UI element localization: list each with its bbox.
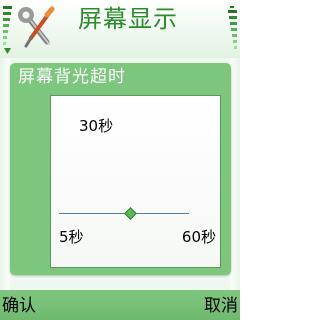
- phone-screen: 屏幕显示 屏幕背光超时 30秒 5秒 60秒 确认 取消: [0, 0, 240, 320]
- slider-max-label: 60秒: [181, 228, 216, 246]
- confirm-softkey[interactable]: 确认: [2, 294, 36, 318]
- slider-thumb[interactable]: [123, 207, 137, 220]
- page-title: 屏幕显示: [78, 5, 178, 33]
- current-value-label: 30秒: [79, 117, 114, 135]
- cancel-softkey[interactable]: 取消: [204, 294, 238, 318]
- signal-strength-icon: [3, 6, 12, 54]
- slider-min-label: 5秒: [59, 228, 84, 246]
- backlight-timeout-dialog: 屏幕背光超时 30秒 5秒 60秒: [10, 63, 231, 275]
- right-scroll-strip: [230, 58, 240, 290]
- wrench-screwdriver-icon: [18, 6, 55, 48]
- title-bar: 屏幕显示: [0, 0, 240, 58]
- slider-panel: 30秒 5秒 60秒: [50, 95, 221, 268]
- battery-level-icon: [228, 6, 237, 49]
- left-scroll-strip: [0, 58, 10, 290]
- dialog-title: 屏幕背光超时: [18, 67, 126, 87]
- softkey-bar: 确认 取消: [0, 290, 240, 320]
